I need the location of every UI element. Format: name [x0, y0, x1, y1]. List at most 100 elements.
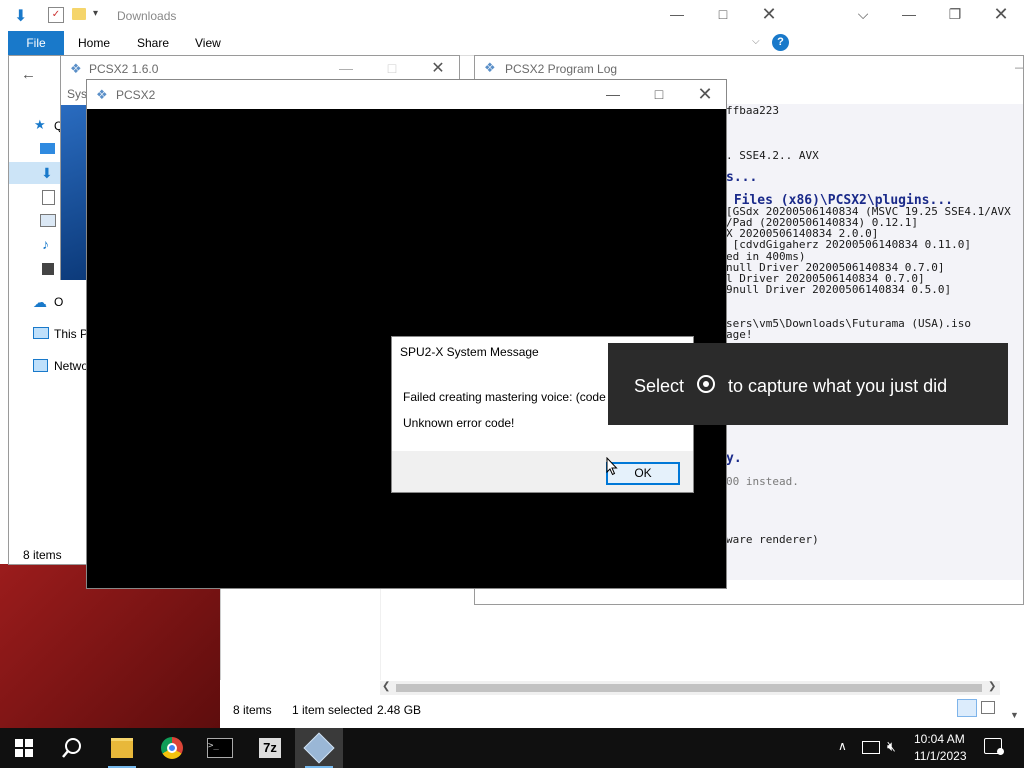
- scroll-right-icon[interactable]: ❯: [988, 681, 996, 692]
- tab-home[interactable]: Home: [78, 36, 110, 50]
- log-line: [cdvdGigaherz 20200506140834 0.11.0]: [726, 238, 972, 252]
- windows-logo-icon: [15, 739, 33, 757]
- nav-label-network[interactable]: Netwo: [54, 359, 88, 373]
- gs-minimize-button[interactable]: —: [590, 80, 636, 108]
- network-icon[interactable]: [33, 359, 48, 372]
- file-explorer-icon: [111, 738, 133, 758]
- capture-toast[interactable]: Select to capture what you just did: [608, 343, 1008, 425]
- window-title: Downloads: [117, 9, 177, 23]
- dialog-message: Failed creating mastering voice: (code 0: [403, 390, 616, 404]
- scroll-left-icon[interactable]: ❮: [382, 681, 390, 692]
- pcsx2-icon: ❖: [70, 61, 82, 76]
- volume-muted-icon[interactable]: 🔇︎: [887, 738, 896, 755]
- pictures-nav-icon[interactable]: [40, 214, 56, 227]
- maximize-button[interactable]: □: [700, 0, 746, 28]
- log-line: Files (x86)\PCSX2\plugins...: [726, 192, 953, 208]
- pcsx2-gs-window: ❖ PCSX2 — □ ✕: [86, 79, 727, 589]
- file-explorer-taskbar-button[interactable]: [98, 728, 146, 768]
- music-nav-icon[interactable]: ♪: [42, 236, 49, 252]
- gs-maximize-button[interactable]: □: [636, 80, 682, 108]
- log-lower-line: y.: [726, 453, 742, 466]
- toast-text-before: Select: [634, 376, 685, 396]
- ribbon-bar: [8, 31, 792, 56]
- nav-label-this-pc[interactable]: This PC: [54, 327, 88, 341]
- 7zip-icon: 7z: [259, 738, 281, 758]
- program-log-title: PCSX2 Program Log: [505, 62, 618, 76]
- folder-icon[interactable]: [72, 8, 86, 20]
- scroll-thumb[interactable]: [396, 684, 982, 692]
- quick-access-star-icon[interactable]: ★: [34, 117, 46, 133]
- clock-date[interactable]: 11/1/2023: [914, 749, 967, 763]
- pcsx2-icon: [303, 732, 335, 764]
- download-arrow-icon: ⬇: [14, 8, 28, 25]
- chrome-icon: [161, 737, 183, 759]
- dialog-detail: Unknown error code!: [403, 416, 515, 430]
- back-arrow-icon[interactable]: ←: [21, 66, 36, 83]
- terminal-icon: >_: [207, 738, 233, 758]
- details-view-icon[interactable]: [957, 699, 977, 717]
- search-icon: [62, 738, 81, 758]
- taskbar: >_ 7z ∧ 🔇︎ 10:04 AM 11/1/2023: [0, 728, 1024, 768]
- quick-access-dropdown-icon[interactable]: ▾: [93, 8, 98, 19]
- start-button[interactable]: [0, 728, 48, 768]
- status-item-count-left: 8 items: [23, 548, 62, 562]
- notification-badge: [997, 748, 1004, 755]
- chevron-down-icon[interactable]: ⌵: [840, 0, 886, 28]
- downloads-nav-icon: ⬇: [41, 165, 53, 181]
- nav-label-onedrive: O: [54, 295, 64, 309]
- status-selected: 1 item selected: [292, 703, 373, 717]
- minimize-button[interactable]: —: [654, 0, 700, 28]
- restore-button-2[interactable]: ❐: [932, 0, 978, 28]
- pcsx2-main-close[interactable]: ✕: [415, 56, 459, 80]
- status-size: 2.48 GB: [377, 703, 422, 717]
- log-upper-lines: ffbaa223 . SSE4.2.. AVX s... Files (x86)\P…: [726, 105, 1024, 345]
- chrome-taskbar-button[interactable]: [148, 728, 196, 768]
- 7zip-taskbar-button[interactable]: 7z: [246, 728, 294, 768]
- vertical-scrollbar[interactable]: ▼: [1006, 588, 1024, 728]
- pcsx2-main-minimize[interactable]: —: [323, 56, 369, 80]
- log-line: ffbaa223: [726, 105, 779, 117]
- pcsx2-gs-icon: ❖: [96, 87, 108, 102]
- network-status-icon[interactable]: [862, 741, 880, 754]
- column-divider: [380, 588, 381, 680]
- close-button-2[interactable]: ✕: [978, 0, 1024, 28]
- log-line: sers\vm5\Downloads\Futurama (USA).iso: [726, 316, 972, 330]
- pcsx2-main-maximize[interactable]: □: [369, 56, 415, 80]
- ribbon-expand-icon[interactable]: ⌵: [752, 36, 760, 47]
- horizontal-scrollbar[interactable]: ❮ ❯: [380, 681, 1000, 695]
- pcsx2-gs-title: PCSX2: [116, 88, 156, 102]
- documents-nav-icon[interactable]: [42, 190, 55, 205]
- minimize-button-2[interactable]: —: [886, 0, 932, 28]
- toast-text-after: to capture what you just did: [728, 376, 948, 396]
- tab-share[interactable]: Share: [137, 36, 169, 50]
- mouse-cursor-icon: [606, 456, 618, 476]
- help-icon[interactable]: ?: [772, 34, 789, 51]
- desktop-nav-icon[interactable]: [40, 143, 55, 154]
- large-icons-view-icon[interactable]: [981, 701, 995, 714]
- dialog-title: SPU2-X System Message: [400, 345, 539, 359]
- gs-close-button[interactable]: ✕: [682, 80, 726, 108]
- close-button[interactable]: ✕: [746, 0, 792, 28]
- search-button[interactable]: [48, 728, 96, 768]
- videos-nav-icon[interactable]: [42, 263, 54, 275]
- pcsx2-main-title: PCSX2 1.6.0: [89, 62, 159, 76]
- scroll-down-icon[interactable]: ▼: [1010, 710, 1019, 720]
- program-log-minimize[interactable]: —: [1015, 60, 1023, 74]
- log-line: age!: [726, 328, 753, 341]
- pcsx2-main-sub: Sys: [67, 87, 88, 101]
- status-item-count: 8 items: [233, 703, 272, 717]
- log-line: s...: [726, 170, 758, 186]
- this-pc-icon[interactable]: [33, 327, 49, 339]
- properties-icon[interactable]: ✓: [48, 7, 64, 23]
- log-lower-line: ware renderer): [726, 532, 819, 546]
- log-line: . SSE4.2.. AVX: [726, 148, 819, 162]
- pcsx2-taskbar-button[interactable]: [295, 728, 343, 768]
- log-lower-line: 00 instead.: [726, 475, 799, 488]
- clock-time[interactable]: 10:04 AM: [914, 732, 965, 746]
- pcsx2-log-icon: ❖: [484, 60, 496, 75]
- tab-file[interactable]: File: [8, 31, 64, 55]
- show-hidden-icons-chevron-icon[interactable]: ∧: [838, 739, 847, 753]
- terminal-taskbar-button[interactable]: >_: [196, 728, 244, 768]
- onedrive-icon[interactable]: ☁: [33, 294, 47, 311]
- tab-view[interactable]: View: [195, 36, 221, 50]
